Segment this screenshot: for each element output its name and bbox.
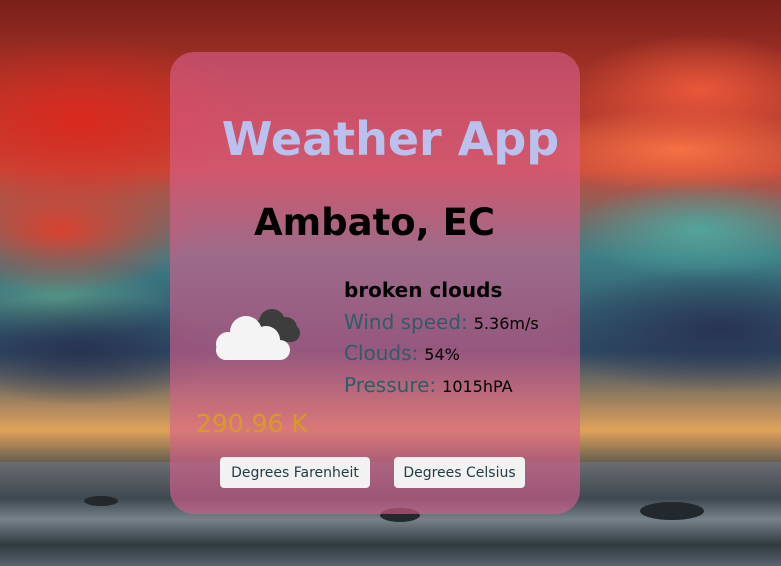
- pressure-row: Pressure: 1015hPA: [344, 371, 513, 401]
- temperature-value: 290.96 K: [196, 409, 308, 438]
- rock: [84, 496, 118, 506]
- wind-speed-value: 5.36m/s: [473, 314, 539, 333]
- city-name: Ambato, EC: [253, 201, 496, 244]
- rock: [640, 502, 704, 520]
- app-title: Weather App: [221, 112, 560, 166]
- celsius-button[interactable]: Degrees Celsius: [394, 457, 525, 488]
- wind-speed-label: Wind speed:: [344, 310, 468, 334]
- fahrenheit-button[interactable]: Degrees Farenheit: [220, 457, 370, 488]
- clouds-value: 54%: [424, 345, 460, 364]
- pressure-value: 1015hPA: [442, 377, 513, 396]
- wind-speed-row: Wind speed: 5.36m/s: [344, 308, 539, 338]
- pressure-label: Pressure:: [344, 373, 437, 397]
- clouds-label: Clouds:: [344, 341, 419, 365]
- broken-clouds-icon: [210, 302, 306, 368]
- weather-description: broken clouds: [344, 278, 503, 302]
- clouds-row: Clouds: 54%: [344, 339, 460, 369]
